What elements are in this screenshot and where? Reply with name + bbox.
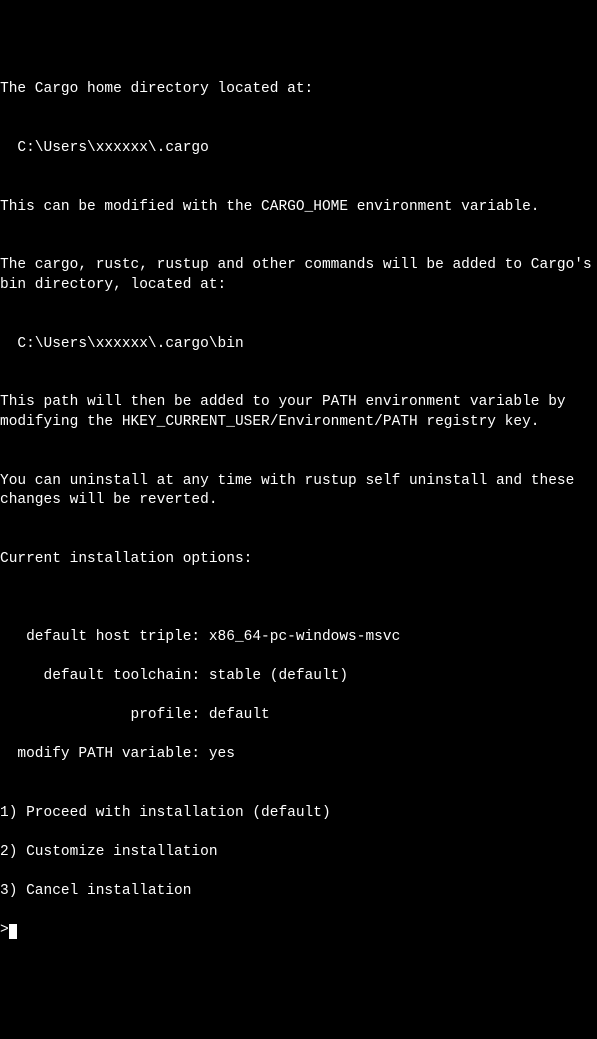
terminal-line: The Cargo home directory located at: [0,80,597,100]
prompt-symbol: > [0,921,9,941]
cursor-icon [9,924,17,939]
terminal-line-option-profile: profile: default [0,706,597,726]
menu-option-customize: 2) Customize installation [0,843,597,863]
terminal-line: The cargo, rustc, rustup and other comma… [0,256,597,295]
terminal-line-option-host-triple: default host triple: x86_64-pc-windows-m… [0,628,597,648]
terminal-line-options-header: Current installation options: [0,550,597,570]
menu-option-proceed: 1) Proceed with installation (default) [0,804,597,824]
terminal-line-cargo-home-path: C:\Users\xxxxxx\.cargo [0,139,597,159]
prompt-input-line[interactable]: > [0,921,597,941]
terminal-line-option-toolchain: default toolchain: stable (default) [0,667,597,687]
terminal-line: You can uninstall at any time with rustu… [0,472,597,511]
terminal-line: This path will then be added to your PAT… [0,393,597,432]
terminal-line-cargo-bin-path: C:\Users\xxxxxx\.cargo\bin [0,335,597,355]
menu-option-cancel: 3) Cancel installation [0,882,597,902]
terminal-line: This can be modified with the CARGO_HOME… [0,198,597,218]
terminal-line-option-modify-path: modify PATH variable: yes [0,745,597,765]
